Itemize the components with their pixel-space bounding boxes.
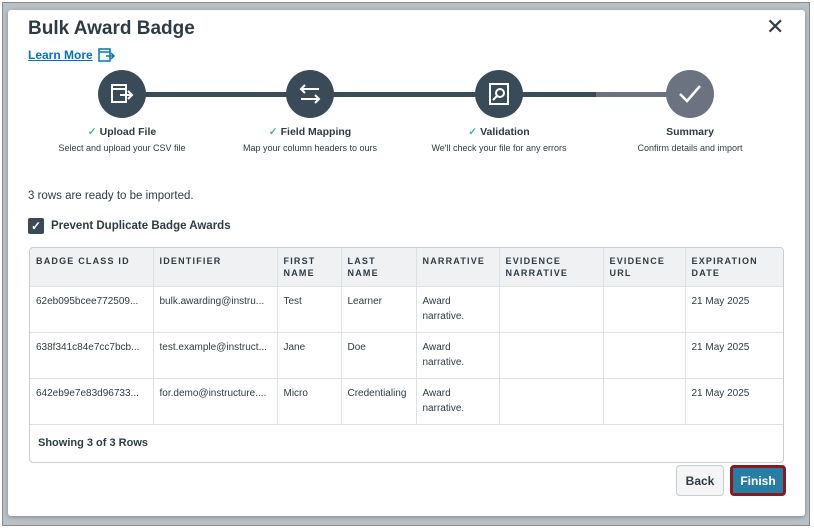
bulk-award-modal: Bulk Award Badge ✕ Learn More ✓ Upload Fi…	[8, 10, 805, 516]
column-header: BADGE CLASS ID	[30, 248, 154, 287]
step-description: Confirm details and import	[637, 143, 743, 153]
upload-file-icon	[98, 70, 146, 118]
table-cell: for.demo@instructure....	[153, 378, 278, 425]
step-title: Upload File	[99, 126, 157, 138]
table-row: 62eb095bcee772509... bulk.awarding@instru…	[30, 286, 783, 333]
table-cell	[499, 286, 604, 333]
table-cell: Micro	[277, 378, 342, 425]
close-icon[interactable]: ✕	[766, 14, 784, 40]
table-row: 642eb9e7e83d96733... for.demo@instructure…	[30, 378, 783, 425]
table-footer: Showing 3 of 3 Rows	[30, 424, 783, 462]
table-cell: 642eb9e7e83d96733...	[30, 378, 154, 425]
table-cell	[499, 378, 604, 425]
table-cell	[603, 378, 686, 425]
table-cell: Credentialing	[341, 378, 417, 425]
table-cell	[603, 286, 686, 333]
step-summary: Summary Confirm details and import	[620, 70, 760, 154]
finish-button[interactable]: Finish	[730, 465, 786, 496]
learn-more-link[interactable]: Learn More	[28, 48, 116, 62]
check-icon	[666, 70, 714, 118]
table-cell: 62eb095bcee772509...	[30, 286, 154, 333]
column-header: NARRATIVE	[416, 248, 500, 287]
table-cell: Award narrative.	[416, 332, 500, 379]
column-header: EVIDENCE URL	[603, 248, 686, 287]
column-header: IDENTIFIER	[153, 248, 278, 287]
search-file-icon	[475, 70, 523, 118]
step-label: ✓ Upload File	[52, 126, 192, 138]
table-cell: Jane	[277, 332, 342, 379]
step-description: Map your column headers to ours	[242, 143, 378, 153]
ready-text: 3 rows are ready to be imported.	[28, 190, 194, 202]
table-cell: Test	[277, 286, 342, 333]
table-cell: Award narrative.	[416, 378, 500, 425]
step-label: ✓ Validation	[429, 126, 569, 138]
checkbox-checked-icon[interactable]: ✓	[28, 218, 44, 234]
check-icon: ✓	[87, 126, 97, 138]
step-title: Validation	[480, 126, 530, 138]
table-cell: 638f341c84e7cc7bcb...	[30, 332, 154, 379]
check-icon: ✓	[268, 126, 278, 138]
modal-title: Bulk Award Badge	[28, 18, 195, 39]
column-header: EVIDENCE NARRATIVE	[499, 248, 604, 287]
learn-more-label: Learn More	[28, 48, 93, 62]
step-title: Field Mapping	[280, 126, 352, 138]
step-field-mapping: ✓ Field Mapping Map your column headers t…	[240, 70, 380, 154]
step-description: We'll check your file for any errors	[431, 143, 567, 153]
column-header: FIRST NAME	[277, 248, 342, 287]
step-validation: ✓ Validation We'll check your file for an…	[429, 70, 569, 154]
prevent-duplicates-checkbox[interactable]: ✓ Prevent Duplicate Badge Awards	[28, 218, 231, 234]
table-cell: test.example@instruct...	[153, 332, 278, 379]
table-cell: 21 May 2025	[685, 286, 783, 333]
arrows-swap-icon	[286, 70, 334, 118]
table-cell: Award narrative.	[416, 286, 500, 333]
column-header: EXPIRATION DATE	[685, 248, 783, 287]
checkbox-label: Prevent Duplicate Badge Awards	[51, 220, 231, 232]
import-table: BADGE CLASS ID IDENTIFIER FIRST NAME LAST N…	[29, 247, 784, 464]
table-row: 638f341c84e7cc7bcb... test.example@instru…	[30, 332, 783, 379]
step-description: Select and upload your CSV file	[58, 143, 186, 153]
check-icon: ✓	[468, 126, 478, 138]
step-title: Summary	[666, 126, 714, 138]
table-cell	[499, 332, 604, 379]
column-header: LAST NAME	[341, 248, 417, 287]
back-button[interactable]: Back	[676, 465, 724, 496]
table-cell: Learner	[341, 286, 417, 333]
table-cell	[603, 332, 686, 379]
step-upload-file: ✓ Upload File Select and upload your CSV …	[52, 70, 192, 154]
step-label: Summary	[620, 126, 760, 138]
table-cell: 21 May 2025	[685, 332, 783, 379]
table-cell: Doe	[341, 332, 417, 379]
table-cell: 21 May 2025	[685, 378, 783, 425]
step-label: ✓ Field Mapping	[240, 126, 380, 138]
table-cell: bulk.awarding@instru...	[153, 286, 278, 333]
external-link-icon	[97, 48, 115, 62]
